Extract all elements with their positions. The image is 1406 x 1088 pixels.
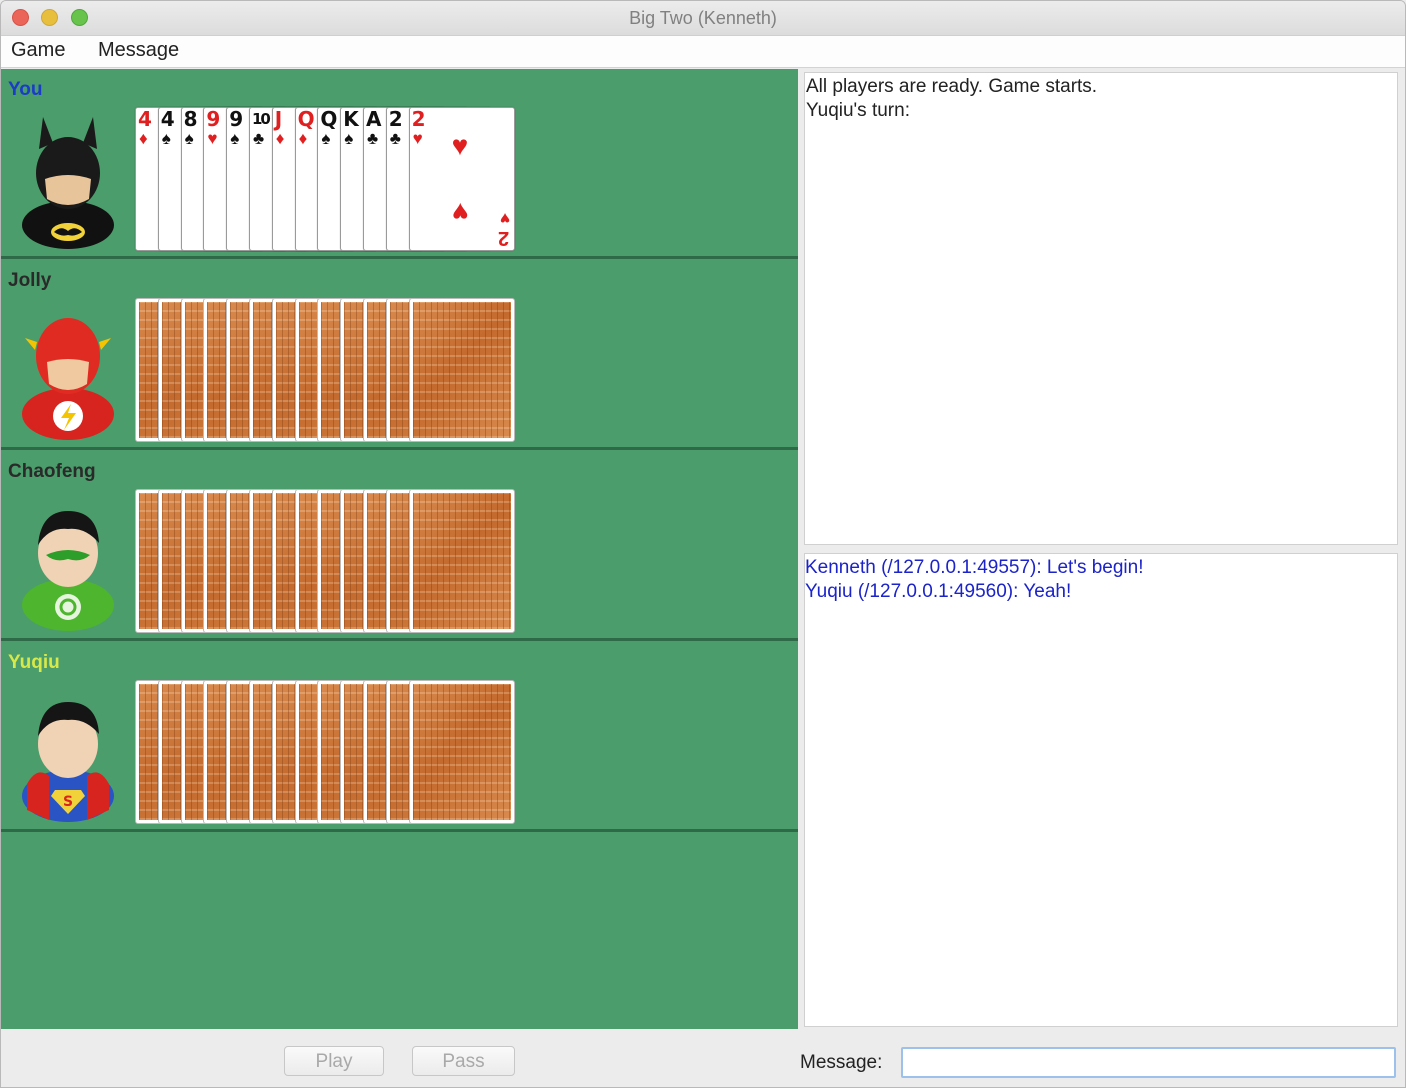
title-bar: Big Two (Kenneth) [1, 1, 1405, 36]
player-name: Jolly [8, 270, 52, 291]
card-rank: 10 [252, 110, 271, 128]
card-back-pattern [412, 684, 511, 820]
game-log-panel[interactable]: All players are ready. Game starts. Yuqi… [804, 72, 1398, 545]
card-suit-icon: ♠ [184, 129, 194, 148]
card-rank: K [343, 107, 358, 131]
card-pip-icon: ♥ [451, 197, 469, 228]
card-suit-icon: ♠ [321, 129, 331, 148]
card-suit-icon: ♠ [161, 129, 171, 148]
card-suit-icon: ♠ [230, 129, 240, 148]
card-suit-icon: ♥ [412, 129, 423, 148]
menu-game[interactable]: Game [11, 39, 65, 62]
control-bar: Play Pass Message: [1, 1029, 1405, 1087]
card-back [408, 489, 515, 633]
card-rank: Q [297, 107, 315, 131]
card-rank: 2 [498, 227, 510, 249]
batman-avatar [22, 117, 114, 249]
card-suit-icon: ♦ [298, 129, 308, 148]
green-lantern-avatar [22, 511, 114, 631]
game-table: You 4 ♦ 4 ♠ 8 ♠ 9 ♥ 9 ♠ 10 ♣ J ♦ Q ♦ Q ♠ K ♠ A ♣ 2 ♣ 2 ♥ ♥ ♥ 2 ♥ Joll… [1, 69, 798, 1029]
log-line: Yuqiu's turn: [806, 100, 910, 121]
message-label: Message: [800, 1052, 883, 1073]
superman-avatar: S [22, 702, 114, 822]
flash-avatar [22, 318, 114, 440]
card-rank: A [366, 107, 382, 131]
play-button[interactable]: Play [284, 1046, 384, 1076]
player-name: Yuqiu [8, 652, 60, 673]
card-suit-icon: ♥ [499, 209, 510, 228]
card-back [408, 680, 515, 824]
card-rank: 9 [206, 107, 220, 131]
card-suit-icon: ♦ [139, 129, 148, 148]
svg-text:S: S [63, 794, 73, 810]
pass-button[interactable]: Pass [412, 1046, 515, 1076]
player-row-chaofeng: Chaofeng [1, 451, 798, 641]
menu-message[interactable]: Message [98, 39, 179, 62]
card-suit-icon: ♥ [207, 129, 218, 148]
player-hand-jolly [135, 298, 525, 444]
log-line: All players are ready. Game starts. [806, 76, 1098, 97]
card-rank: 8 [183, 107, 198, 131]
card-back [408, 298, 515, 442]
card-back-pattern [412, 302, 511, 438]
player-name: Chaofeng [8, 461, 96, 482]
card-rank: 9 [229, 107, 243, 131]
card-back-pattern [412, 493, 511, 629]
chat-panel[interactable]: Kenneth (/127.0.0.1:49557): Let's begin!… [804, 553, 1398, 1027]
card-rank: 2 [411, 107, 426, 131]
player-hand-yuqiu [135, 680, 525, 826]
card-suit-icon: ♠ [344, 129, 354, 148]
player-row-jolly: Jolly [1, 260, 798, 450]
message-input[interactable] [901, 1047, 1396, 1078]
card-pip-icon: ♥ [451, 130, 469, 161]
player-name: You [8, 79, 43, 100]
card-rank: 4 [138, 107, 152, 131]
chat-line: Kenneth (/127.0.0.1:49557): Let's begin! [805, 557, 1144, 578]
player-hand-you: 4 ♦ 4 ♠ 8 ♠ 9 ♥ 9 ♠ 10 ♣ J ♦ Q ♦ Q ♠ K ♠ A ♣ 2 ♣ 2 ♥ ♥ ♥ 2 ♥ [135, 107, 525, 253]
card-suit-icon: ♣ [367, 129, 379, 148]
playing-card[interactable]: 2 ♥ ♥ ♥ 2 ♥ [408, 107, 515, 251]
card-suit-icon: ♣ [389, 129, 401, 148]
player-row-yuqiu: Yuqiu S [1, 642, 798, 832]
player-row-you: You 4 ♦ 4 ♠ 8 ♠ 9 ♥ 9 ♠ 10 ♣ J ♦ Q ♦ Q ♠ K ♠ A ♣ 2 ♣ 2 ♥ ♥ ♥ 2 ♥ [1, 69, 798, 259]
card-suit-icon: ♦ [275, 129, 285, 148]
app-window: Big Two (Kenneth) Game Message You 4 ♦ 4 ♠ 8… [0, 0, 1406, 1088]
card-rank: 4 [160, 107, 175, 131]
window-title: Big Two (Kenneth) [629, 8, 777, 28]
card-rank: J [274, 107, 283, 131]
card-suit-icon: ♣ [253, 129, 265, 148]
menu-bar: Game Message [1, 36, 1405, 68]
player-hand-chaofeng [135, 489, 525, 635]
chat-line: Yuqiu (/127.0.0.1:49560): Yeah! [805, 581, 1072, 602]
card-rank: 2 [388, 107, 403, 131]
card-rank: Q [320, 107, 337, 131]
